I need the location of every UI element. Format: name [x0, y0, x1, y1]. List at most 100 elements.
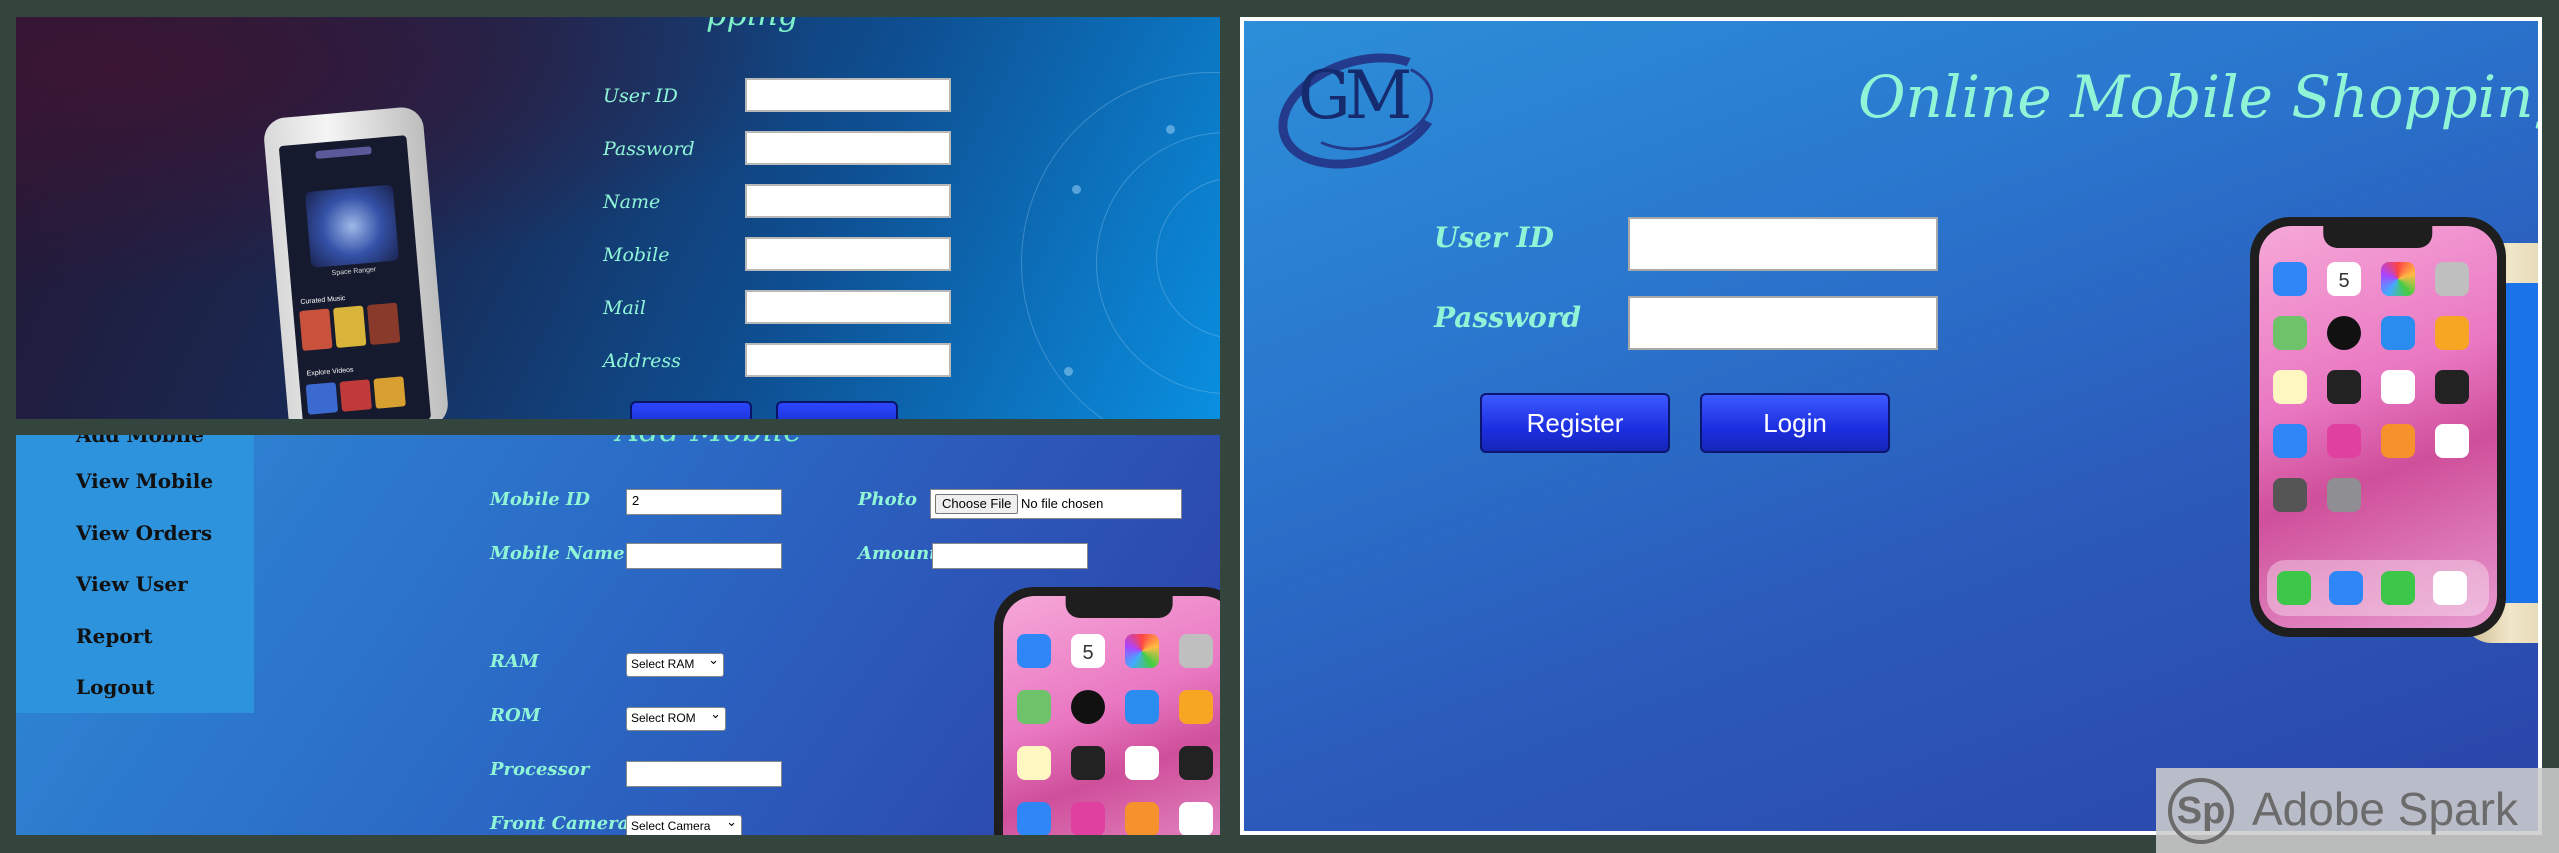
phone-screen-header	[315, 146, 372, 160]
ram-select-value: Select RAM	[631, 657, 695, 671]
password-label: Password	[603, 138, 695, 160]
safari-app-icon	[2329, 571, 2363, 605]
mail-input[interactable]	[745, 290, 951, 324]
menu-item-view-orders[interactable]: View Orders	[76, 521, 212, 545]
phone-hero-image	[304, 184, 400, 268]
amount-input[interactable]	[932, 543, 1088, 569]
wallet-app-icon	[2273, 478, 2307, 512]
password-input[interactable]	[745, 131, 951, 165]
books-app-icon	[1125, 802, 1159, 835]
messages-app-icon	[2381, 571, 2415, 605]
login-panel: GM Online Mobile Shopping User ID Passwo…	[1240, 17, 2542, 835]
phone-mockup: 5	[2250, 217, 2506, 637]
user-id-input[interactable]	[745, 78, 951, 112]
menu-item-view-user[interactable]: View User	[76, 572, 188, 596]
weather-app-icon	[2381, 316, 2415, 350]
phone-mockup: 5	[994, 587, 1220, 835]
clock-app-icon	[2327, 316, 2361, 350]
user-id-input[interactable]	[1628, 217, 1938, 271]
reminders-app-icon	[2381, 370, 2415, 404]
settings-app-icon	[2327, 478, 2361, 512]
menu-item-logout[interactable]: Logout	[76, 675, 155, 699]
mobile-label: Mobile	[603, 244, 670, 266]
login-button[interactable]: Login	[1700, 393, 1890, 453]
front-camera-select[interactable]: Select Camera	[626, 814, 742, 835]
video-tile	[339, 379, 373, 412]
phone-mockup: Space Ranger Curated Music Explore Video…	[262, 105, 450, 419]
submit-button[interactable]	[630, 401, 752, 419]
album-tile	[299, 308, 333, 351]
address-input[interactable]	[745, 343, 951, 377]
phone-dock	[2267, 560, 2489, 616]
phone-notch	[1065, 596, 1173, 618]
reminders-app-icon	[1125, 746, 1159, 780]
books-app-icon	[2381, 424, 2415, 458]
app-store-icon	[1017, 802, 1051, 835]
photos-app-icon	[1125, 634, 1159, 668]
phone-screen: 5	[1003, 596, 1220, 835]
logo-text: GM	[1298, 57, 1412, 134]
register-button[interactable]: Register	[1480, 393, 1670, 453]
photo-label: Photo	[858, 489, 917, 510]
video-tile	[305, 382, 339, 415]
processor-label: Processor	[490, 759, 590, 780]
camera-app-icon	[1179, 634, 1213, 668]
phone-screen: Space Ranger Curated Music Explore Video…	[278, 135, 432, 419]
stocks-app-icon	[1071, 746, 1105, 780]
weather-app-icon	[1125, 690, 1159, 724]
admin-sidebar: Add Mobile View Mobile View Orders View …	[16, 435, 254, 713]
password-input[interactable]	[1628, 296, 1938, 350]
add-mobile-panel: Add Mobile Add Mobile View Mobile View O…	[16, 435, 1220, 835]
health-app-icon	[2435, 424, 2469, 458]
phone-app-icon	[2277, 571, 2311, 605]
rom-select[interactable]: Select ROM	[626, 706, 726, 731]
mobile-name-input[interactable]	[626, 543, 782, 569]
mail-row: Mail	[603, 288, 951, 328]
decorative-dot	[1064, 367, 1073, 376]
menu-item-view-mobile[interactable]: View Mobile	[76, 469, 213, 493]
photos-app-icon	[2381, 262, 2415, 296]
ram-select[interactable]: Select RAM	[626, 652, 724, 677]
gm-logo: GM	[1263, 33, 1457, 189]
notes-app-icon	[1017, 746, 1051, 780]
mail-app-icon	[1017, 634, 1051, 668]
ram-label: RAM	[490, 651, 539, 672]
name-input[interactable]	[745, 184, 951, 218]
phone-section-heading: Explore Videos	[306, 366, 354, 378]
front-camera-select-value: Select Camera	[631, 819, 711, 833]
decorative-dot	[1166, 125, 1175, 134]
user-id-row: User ID	[603, 76, 951, 116]
page-title: pping	[706, 17, 798, 33]
mobile-id-input[interactable]: 2	[626, 489, 782, 515]
rom-label: ROM	[490, 705, 541, 726]
menu-item-add-mobile[interactable]: Add Mobile	[76, 435, 204, 447]
adobe-spark-logo-icon: Sp	[2168, 778, 2234, 844]
choose-file-button[interactable]: Choose File	[935, 494, 1019, 514]
calendar-app-icon: 5	[2327, 262, 2361, 296]
user-id-label: User ID	[1434, 221, 1554, 254]
mobile-input[interactable]	[745, 237, 951, 271]
address-row: Address	[603, 341, 951, 381]
amount-label: Amount	[858, 543, 938, 564]
app-store-icon	[2273, 424, 2307, 458]
video-tile	[373, 376, 406, 409]
processor-input[interactable]	[626, 761, 782, 787]
decorative-dot	[1072, 185, 1081, 194]
videos-app-icon	[1179, 746, 1213, 780]
maps-app-icon	[2273, 316, 2307, 350]
mobile-name-label: Mobile Name	[490, 543, 625, 564]
album-tile	[366, 302, 401, 346]
stocks-app-icon	[2327, 370, 2361, 404]
menu-item-report[interactable]: Report	[76, 624, 152, 648]
address-label: Address	[603, 350, 681, 372]
clock-app-icon	[1071, 690, 1105, 724]
maps-app-icon	[1017, 690, 1051, 724]
calendar-app-icon: 5	[1071, 634, 1105, 668]
photo-file-input[interactable]: Choose File No file chosen	[930, 489, 1182, 519]
phone-notch	[2323, 226, 2433, 248]
rom-select-value: Select ROM	[631, 711, 696, 725]
front-camera-label: Front Camera	[490, 813, 630, 834]
password-row: Password	[603, 129, 951, 169]
mobile-row: Mobile	[603, 235, 951, 275]
reset-button[interactable]	[776, 401, 898, 419]
